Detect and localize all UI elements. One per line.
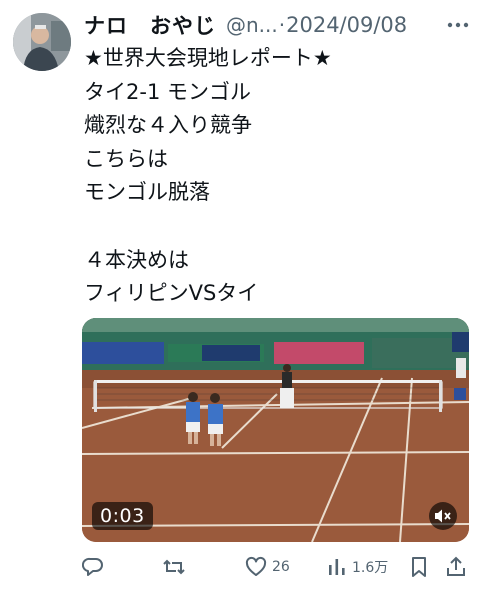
- display-name[interactable]: ナロ おやじ: [84, 10, 216, 40]
- post-header: ナロ おやじ @n... · 2024/09/08: [84, 9, 470, 41]
- share-icon: [447, 556, 465, 576]
- views-button[interactable]: 1.6万: [327, 552, 388, 582]
- heart-icon: [245, 556, 267, 576]
- views-count: 1.6万: [352, 560, 389, 576]
- post-body: ★世界大会現地レポート★ タイ2-1 モンゴル 熾烈な４入り競争 こちらは モン…: [84, 46, 332, 306]
- bookmark-button[interactable]: [410, 552, 428, 582]
- like-button[interactable]: 26: [245, 552, 290, 582]
- reply-button[interactable]: [82, 552, 109, 582]
- avatar[interactable]: [13, 13, 71, 71]
- share-button[interactable]: [446, 552, 466, 582]
- action-bar: 26 1.6万: [80, 552, 470, 582]
- video-player[interactable]: 0:03: [82, 318, 469, 542]
- speaker-muted-icon: [435, 509, 451, 523]
- like-count: 26: [272, 559, 290, 575]
- separator-dot: ·: [278, 13, 286, 37]
- repost-icon: [163, 559, 185, 575]
- user-handle[interactable]: @n...: [226, 13, 278, 37]
- mute-button[interactable]: [429, 502, 457, 530]
- views-bar-chart-icon: [329, 559, 345, 575]
- reply-icon: [82, 557, 103, 576]
- bookmark-icon: [412, 557, 426, 577]
- more-horizontal-icon[interactable]: [446, 15, 470, 35]
- repost-button[interactable]: [162, 552, 191, 582]
- post-date[interactable]: 2024/09/08: [286, 13, 407, 37]
- video-timestamp: 0:03: [92, 502, 153, 530]
- avatar-photo: [13, 13, 71, 71]
